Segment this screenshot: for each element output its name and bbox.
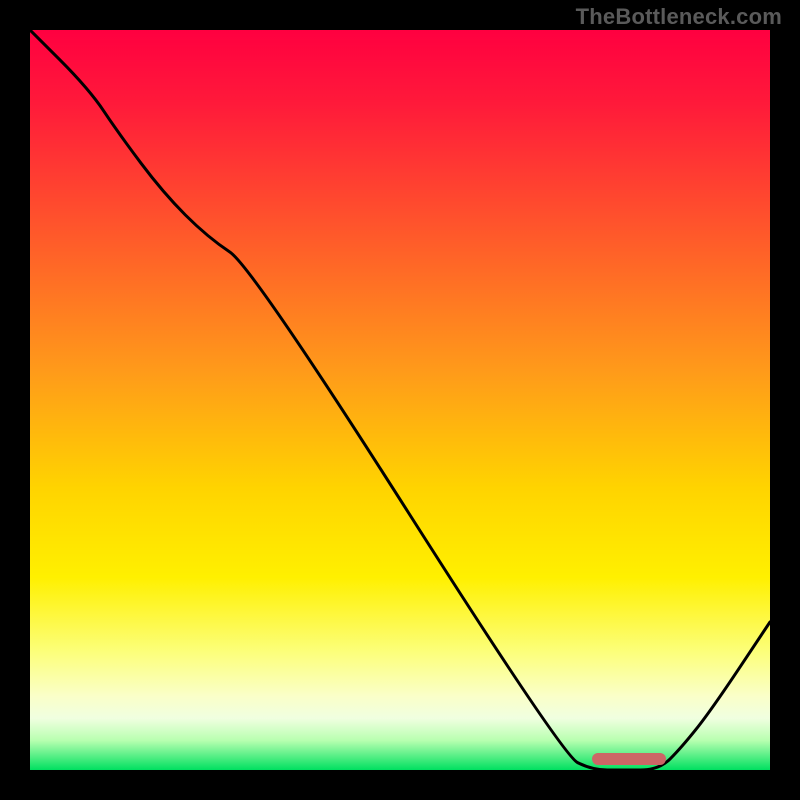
line-chart-svg bbox=[30, 30, 770, 770]
chart-container: TheBottleneck.com bbox=[0, 0, 800, 800]
bottleneck-curve bbox=[30, 30, 770, 770]
watermark-text: TheBottleneck.com bbox=[576, 4, 782, 30]
optimal-range-marker bbox=[592, 753, 666, 765]
plot-area bbox=[30, 30, 770, 770]
